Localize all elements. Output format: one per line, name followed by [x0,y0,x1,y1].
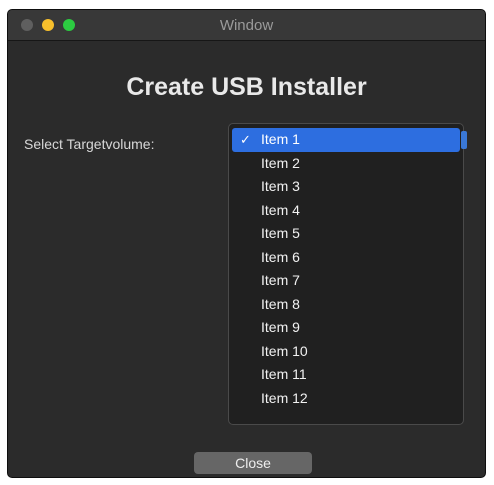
menu-item-label: Item 5 [261,225,300,241]
menu-item-9[interactable]: Item 9 [232,316,460,340]
menu-item-label: Item 1 [261,131,300,147]
menu-item-5[interactable]: Item 5 [232,222,460,246]
menu-item-8[interactable]: Item 8 [232,293,460,317]
app-window: Window Create USB Installer Select Targe… [7,9,486,478]
menu-item-label: Item 11 [261,366,307,382]
menu-item-12[interactable]: Item 12 [232,387,460,411]
target-volume-dropdown-menu[interactable]: ✓ Item 1 Item 2 Item 3 Item 4 Item 5 Ite… [228,123,467,425]
menu-item-7[interactable]: Item 7 [232,269,460,293]
close-button[interactable]: Close [194,452,312,474]
menu-item-2[interactable]: Item 2 [232,152,460,176]
menu-item-label: Item 10 [261,342,308,359]
menu-item-label: Item 6 [261,248,300,265]
menu-item-label: Item 4 [261,201,300,218]
menu-item-11[interactable]: Item 11 [232,363,460,387]
menu-item-label: Item 7 [261,272,300,288]
window-title: Window [219,17,274,34]
menu-item-10[interactable]: Item 10 [232,340,460,364]
menu-item-3[interactable]: Item 3 [232,175,460,199]
menu-item-label: Item 12 [261,389,308,406]
menu-item-label: Item 9 [261,319,300,335]
page-title: Create USB Installer [126,73,367,101]
checkmark-icon: ✓ [240,132,251,147]
menu-item-6[interactable]: Item 6 [232,246,460,270]
target-volume-label: Select Targetvolume: [24,136,155,152]
popup-indicator [461,131,467,149]
menu-item-label: Item 3 [261,178,300,194]
menu-item-1[interactable]: ✓ Item 1 [232,128,460,152]
menu-item-label: Item 2 [261,154,300,171]
menu-item-label: Item 8 [261,295,300,312]
menu-item-4[interactable]: Item 4 [232,199,460,223]
title-bar[interactable]: Window [8,10,485,41]
